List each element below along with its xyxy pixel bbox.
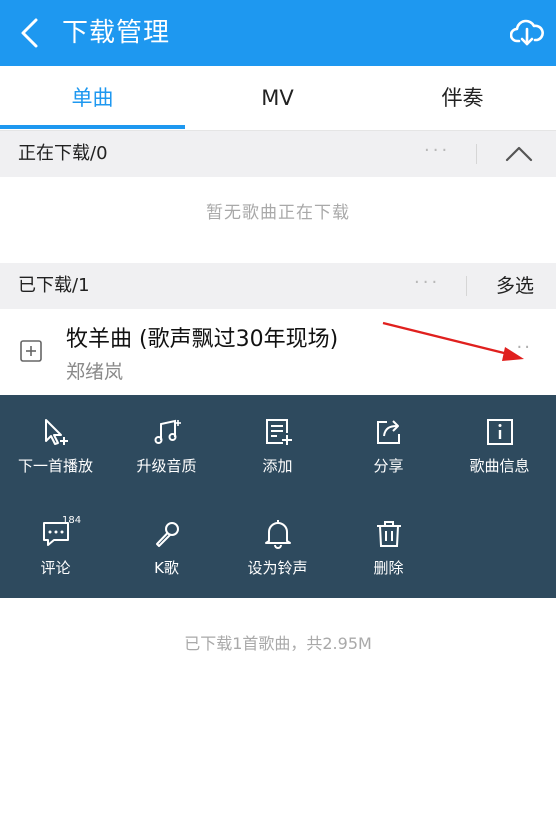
action-comment[interactable]: 184 评论 (0, 515, 111, 578)
cloud-download-icon[interactable] (510, 15, 544, 49)
song-row[interactable]: 牧羊曲 (歌声飘过30年现场) 郑绪岚 ·· (0, 309, 556, 395)
chevron-up-icon[interactable] (504, 143, 534, 165)
microphone-icon (155, 522, 179, 547)
action-share[interactable]: 分享 (333, 417, 444, 476)
action-add[interactable]: 添加 (222, 417, 333, 476)
title-bar: 下载管理 (0, 0, 556, 66)
tab-single[interactable]: 单曲 (0, 66, 185, 130)
action-label: K歌 (154, 559, 179, 577)
action-set-ringtone[interactable]: 设为铃声 (222, 519, 333, 578)
share-icon (376, 420, 400, 444)
tab-bar: 单曲 MV 伴奏 (0, 66, 556, 131)
downloading-count: 正在下载/0 (18, 143, 108, 164)
song-title: 牧羊曲 (歌声飘过30年现场) (66, 327, 339, 352)
action-label: 升级音质 (136, 457, 197, 475)
downloading-section-header: 正在下载/0 ··· (0, 131, 556, 177)
info-icon (486, 419, 513, 445)
action-label: 下一首播放 (17, 457, 93, 475)
divider (466, 276, 467, 296)
action-play-next[interactable]: 下一首播放 (0, 417, 111, 476)
back-arrow-icon[interactable] (14, 16, 48, 50)
song-artist: 郑绪岚 (66, 361, 124, 383)
empty-downloading-text: 暂无歌曲正在下载 (206, 203, 350, 223)
downloaded-section-header: 已下载/1 ··· 多选 (0, 263, 556, 309)
bell-icon (264, 520, 291, 549)
more-icon[interactable]: ··· (424, 131, 450, 171)
song-more-icon[interactable]: ·· (517, 337, 532, 358)
multi-select-button[interactable]: 多选 (496, 263, 534, 309)
action-label: 分享 (373, 457, 404, 475)
trash-icon (376, 521, 401, 547)
song-action-panel: 下一首播放 升级音质 添加 分享 歌曲信息 184 评论 K歌 设为铃声 删除 (0, 395, 556, 598)
play-next-icon (44, 419, 68, 445)
downloaded-count: 已下载/1 (18, 275, 90, 296)
action-song-info[interactable]: 歌曲信息 (444, 417, 555, 476)
action-karaoke[interactable]: K歌 (111, 519, 222, 578)
action-label: 添加 (262, 457, 293, 475)
action-delete[interactable]: 删除 (333, 519, 444, 578)
page-title: 下载管理 (62, 18, 171, 48)
action-upgrade-quality[interactable]: 升级音质 (111, 417, 222, 476)
download-summary: 已下载1首歌曲，共2.95M (184, 634, 372, 653)
add-to-list-icon (265, 419, 292, 445)
tab-accompaniment[interactable]: 伴奏 (370, 66, 555, 130)
divider (476, 144, 477, 164)
tab-mv[interactable]: MV (185, 66, 370, 130)
active-tab-indicator (0, 125, 185, 129)
more-icon[interactable]: ··· (414, 263, 440, 303)
music-quality-icon (154, 419, 181, 444)
comment-count-badge: 184 (62, 515, 82, 526)
action-label: 删除 (373, 559, 404, 577)
action-label: 评论 (40, 559, 71, 577)
action-label: 设为铃声 (247, 559, 308, 577)
action-label: 歌曲信息 (469, 457, 530, 475)
add-box-icon[interactable] (20, 340, 42, 362)
